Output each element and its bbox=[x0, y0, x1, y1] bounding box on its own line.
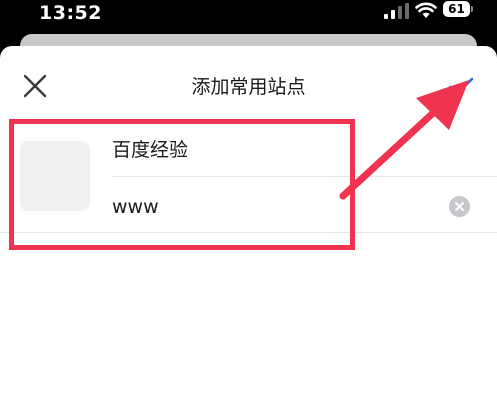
signal-icon bbox=[384, 3, 409, 19]
annotation-highlight-box bbox=[9, 119, 355, 250]
wifi-icon bbox=[415, 2, 437, 18]
status-time: 13:52 bbox=[39, 2, 102, 24]
clear-icon[interactable] bbox=[449, 196, 470, 217]
modal-title: 添加常用站点 bbox=[191, 76, 306, 98]
checkmark-icon[interactable] bbox=[446, 74, 476, 100]
battery-level: 61 bbox=[443, 1, 470, 17]
battery-tip bbox=[471, 6, 473, 12]
